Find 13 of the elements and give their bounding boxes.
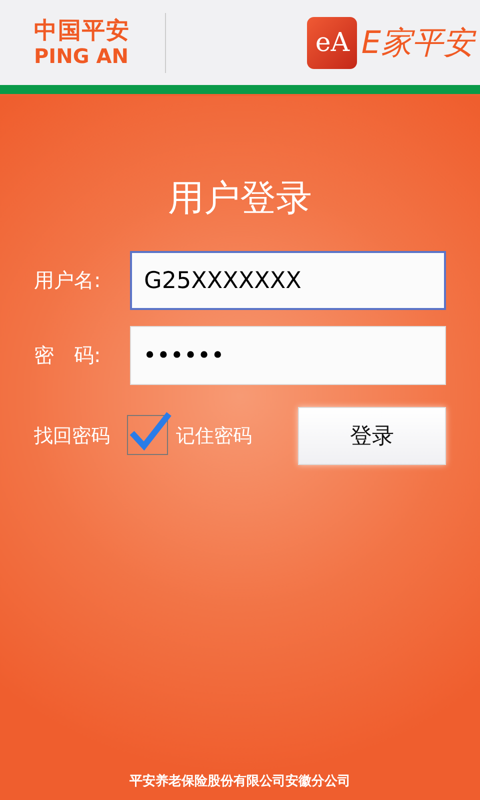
remember-checkbox[interactable] — [126, 410, 172, 456]
input-field[interactable]: •••••• — [130, 326, 446, 385]
remember-label: 记住密码 — [176, 424, 252, 449]
input-field[interactable]: G25XXXXXXX — [130, 251, 446, 310]
login-title: 用户登录 — [167, 177, 313, 221]
field-label: 用户名: — [34, 267, 102, 294]
login-button[interactable]: 登录 — [298, 407, 446, 465]
app-name: E家平安 — [361, 22, 474, 64]
footer-text: 平安养老保险股份有限公司安徽分公司 — [128, 772, 352, 790]
app-logo: eA — [307, 16, 358, 68]
brand-name-latin: PING AN — [34, 44, 130, 68]
field-label: 密 码: — [34, 342, 102, 369]
brand-name: 中国平安 — [34, 18, 131, 44]
